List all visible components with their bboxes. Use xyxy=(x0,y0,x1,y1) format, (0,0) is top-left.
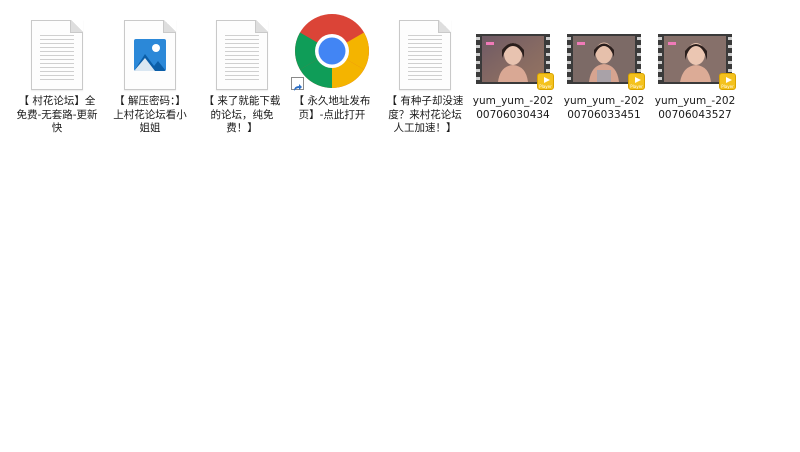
player-badge-icon: Player xyxy=(719,73,736,90)
video-file-icon: Player xyxy=(652,8,738,90)
file-label: 【 永久地址发布页】-点此打开 xyxy=(293,95,371,121)
chrome-shortcut-icon xyxy=(289,8,375,91)
file-explorer-view: 【 村花论坛】全免费-无套路-更新快 【 解压密码：】上村花论坛看小姐姐 【 来… xyxy=(0,0,800,452)
file-label: yum_yum_-20200706043527 xyxy=(654,95,736,121)
file-item-video-2[interactable]: Player yum_yum_-20200706033451 xyxy=(561,8,647,122)
file-label: 【 解压密码：】上村花论坛看小姐姐 xyxy=(113,95,187,134)
file-label: 【 有种子却没速度？来村花论坛人工加速！】 xyxy=(386,95,464,134)
player-badge-icon: Player xyxy=(537,73,554,90)
text-document-icon xyxy=(382,8,468,90)
chrome-logo-icon xyxy=(295,14,369,88)
video-file-icon: Player xyxy=(470,8,556,90)
file-label: yum_yum_-20200706030434 xyxy=(472,95,554,121)
file-item-chrome-shortcut[interactable]: 【 永久地址发布页】-点此打开 xyxy=(289,8,375,122)
file-item-image[interactable]: 【 解压密码：】上村花论坛看小姐姐 xyxy=(107,8,193,136)
file-label: 【 来了就能下载的论坛，纯免费！】 xyxy=(203,95,281,134)
image-file-icon xyxy=(107,8,193,90)
text-document-icon xyxy=(14,8,100,90)
file-item-text-3[interactable]: 【 有种子却没速度？来村花论坛人工加速！】 xyxy=(382,8,468,136)
file-item-video-1[interactable]: Player yum_yum_-20200706030434 xyxy=(470,8,556,122)
file-label: 【 村花论坛】全免费-无套路-更新快 xyxy=(16,95,98,134)
text-document-icon xyxy=(199,8,285,90)
player-badge-icon: Player xyxy=(628,73,645,90)
file-item-text-1[interactable]: 【 村花论坛】全免费-无套路-更新快 xyxy=(14,8,100,136)
file-label: yum_yum_-20200706033451 xyxy=(563,95,645,121)
video-file-icon: Player xyxy=(561,8,647,90)
file-item-text-2[interactable]: 【 来了就能下载的论坛，纯免费！】 xyxy=(199,8,285,136)
shortcut-arrow-icon xyxy=(291,77,304,91)
file-item-video-3[interactable]: Player yum_yum_-20200706043527 xyxy=(652,8,738,122)
